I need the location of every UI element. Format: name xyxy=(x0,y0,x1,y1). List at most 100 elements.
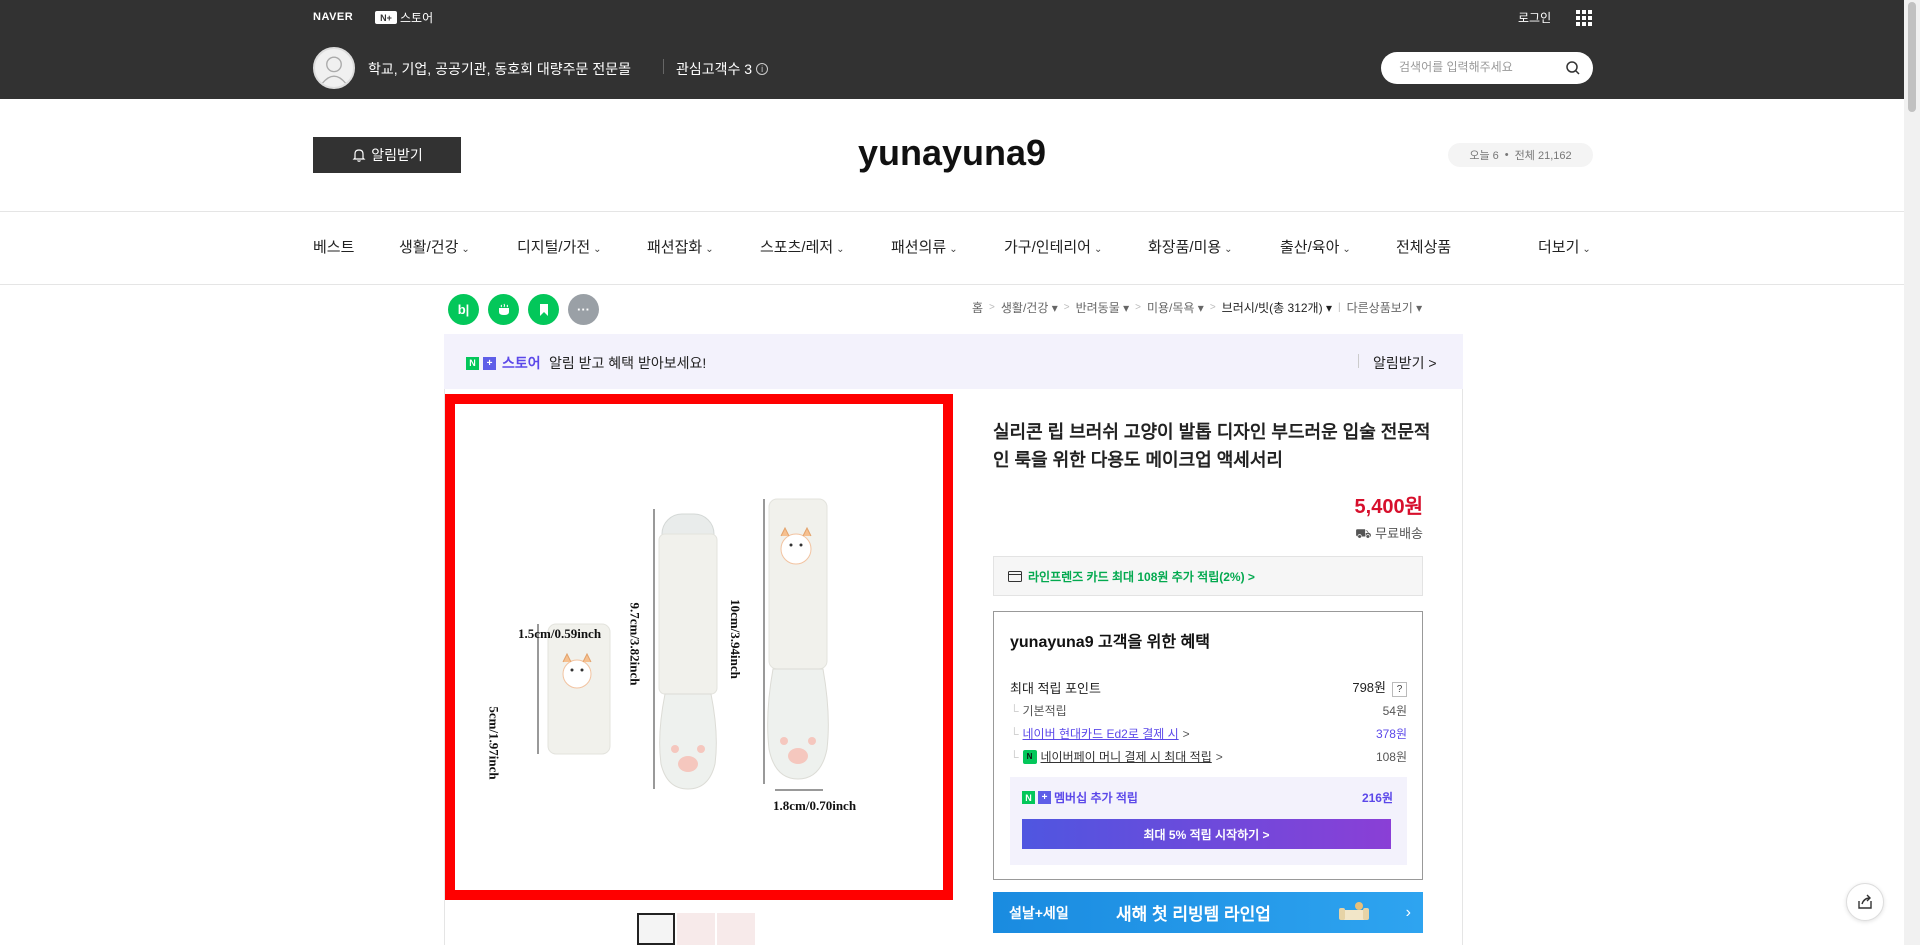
basic-point-row: └ 기본적립 54원 xyxy=(1010,703,1407,719)
shop-description: 학교, 기업, 공공기관, 동호회 대량주문 전문몰 xyxy=(368,61,631,77)
nav-item-all[interactable]: 전체상품 xyxy=(1396,236,1451,257)
search-icon[interactable] xyxy=(1565,60,1581,76)
bookmark-icon[interactable] xyxy=(528,294,559,325)
benefit-title: yunayuna9 고객을 위한 혜택 xyxy=(1010,634,1210,651)
chevron-down-icon: ⌄ xyxy=(836,244,845,255)
nav-item-furniture[interactable]: 가구/인테리어 ⌄ xyxy=(1004,236,1102,257)
membership-label: 멤버십 추가 적립 xyxy=(1054,791,1138,805)
chevron-right-icon: > xyxy=(1182,726,1190,741)
card-promo[interactable]: 라인프렌즈 카드 최대 108원 추가 적립(2%) > xyxy=(993,556,1423,596)
membership-start-button[interactable]: 최대 5% 적립 시작하기 > xyxy=(1022,819,1391,849)
membership-label-wrap: N + 멤버십 추가 적립 xyxy=(1022,789,1138,806)
profile-icon xyxy=(321,56,347,84)
divider: | xyxy=(1337,302,1341,313)
chevron-right-icon: > xyxy=(989,302,995,313)
blog-icon[interactable]: b| xyxy=(448,294,479,325)
nav-item-baby[interactable]: 출산/육아 ⌄ xyxy=(1280,236,1351,257)
visitor-today: 오늘 6 xyxy=(1469,150,1499,162)
avatar[interactable] xyxy=(313,47,355,89)
max-point-row: 최대 적립 포인트 798원? xyxy=(1010,677,1407,697)
membership-value: 216원 xyxy=(1361,791,1393,805)
search-input[interactable] xyxy=(1399,60,1559,74)
nav-item-digital[interactable]: 디지털/가전 ⌄ xyxy=(517,236,602,257)
chevron-down-icon: ⌄ xyxy=(1093,244,1103,255)
card-promo-text: 라인프렌즈 카드 최대 108원 추가 적립(2%) > xyxy=(1028,569,1255,584)
naverpay-icon: N xyxy=(1022,749,1037,764)
shipping-label: 무료배송 xyxy=(1375,526,1423,541)
chevron-down-icon: ⌄ xyxy=(705,244,714,255)
nav-item-cosmetics[interactable]: 화장품/미용 ⌄ xyxy=(1148,236,1233,257)
interested-customers: 관심고객수 3 i xyxy=(676,59,769,79)
scrollbar-thumb[interactable] xyxy=(1908,2,1916,112)
pay-point-link[interactable]: 네이버페이 머니 결제 시 최대 적립 xyxy=(1041,748,1212,765)
naver-n-icon: N xyxy=(466,356,479,370)
visitor-count: 오늘 6 • 전체 21,162 xyxy=(1448,143,1593,167)
thumbnail[interactable] xyxy=(677,913,715,945)
apps-grid-icon[interactable] xyxy=(1576,10,1592,26)
chevron-down-icon: ⌄ xyxy=(1582,244,1591,255)
product-image[interactable]: 1.5cm/0.59inch 5cm/1.97inch 9.7cm/3.82in… xyxy=(445,394,953,900)
login-link[interactable]: 로그인 xyxy=(1518,9,1551,26)
naver-logo[interactable]: NAVER xyxy=(313,11,353,23)
chevron-right-icon: › xyxy=(1405,903,1411,921)
notify-label: 알림받기 xyxy=(371,147,423,163)
naver-n-icon: N xyxy=(1022,791,1035,804)
event-banner[interactable]: 설날+세일 새해 첫 리빙템 라인업 › xyxy=(993,892,1423,933)
share-button[interactable] xyxy=(1846,883,1884,921)
divider xyxy=(663,59,664,74)
lip-brush-illustration xyxy=(537,498,829,791)
nav-item-fashion-goods[interactable]: 패션잡화 ⌄ xyxy=(647,236,714,257)
chevron-down-icon: ⌄ xyxy=(593,244,602,255)
store-label: 스토어 xyxy=(400,11,434,25)
fans-label: 관심고객수 3 xyxy=(676,61,753,77)
pay-point-row: └ N 네이버페이 머니 결제 시 최대 적립 > 108원 xyxy=(1010,748,1407,765)
notify-button[interactable]: 알림받기 xyxy=(313,137,461,173)
page-scrollbar[interactable] xyxy=(1904,0,1920,945)
size-label-middle: 9.7cm/3.82inch xyxy=(627,602,643,686)
chevron-down-icon: ⌄ xyxy=(461,244,470,255)
plus-icon: + xyxy=(1038,791,1051,804)
chevron-right-icon: > xyxy=(1135,302,1141,313)
thumbnail[interactable] xyxy=(637,913,675,945)
breadcrumb-cat1[interactable]: 생활/건강 ▾ xyxy=(1001,299,1058,316)
store-name[interactable]: yunayuna9 xyxy=(700,132,1204,174)
divider xyxy=(0,211,1904,212)
breadcrumb-other[interactable]: 다른상품보기 ▾ xyxy=(1347,299,1423,316)
chevron-down-icon: ⌄ xyxy=(1224,244,1233,255)
divider xyxy=(1358,354,1359,368)
promo-alarm-link[interactable]: 알림받기 > xyxy=(1373,353,1437,373)
product-title: 실리콘 립 브러쉬 고양이 발톱 디자인 부드러운 입술 전문적인 룩을 위한 … xyxy=(993,422,1431,470)
help-icon[interactable]: ? xyxy=(1392,682,1407,697)
banner-title: 새해 첫 리빙템 라인업 xyxy=(1116,905,1271,924)
nav-item-fashion-clothing[interactable]: 패션의류 ⌄ xyxy=(891,236,958,257)
breadcrumb: 홈 > 생활/건강 ▾ > 반려동물 ▾ > 미용/목욕 ▾ > 브러시/빗(총… xyxy=(972,299,1422,316)
share-icons: b| ··· xyxy=(448,294,599,325)
breadcrumb-cat3[interactable]: 미용/목욕 ▾ xyxy=(1147,299,1204,316)
thumbnail[interactable] xyxy=(717,913,755,945)
naver-plus-badge: N+ xyxy=(375,11,397,24)
divider xyxy=(0,284,1904,285)
breadcrumb-home[interactable]: 홈 xyxy=(972,299,983,316)
nav-item-best[interactable]: 베스트 xyxy=(313,236,354,257)
more-icon[interactable]: ··· xyxy=(568,294,599,325)
info-icon[interactable]: i xyxy=(756,63,769,75)
image-thumbnails xyxy=(637,913,755,945)
naver-plus-store-link[interactable]: N+ 스토어 xyxy=(375,9,433,26)
pay-point-value: 108원 xyxy=(1375,750,1407,764)
nav-item-living-health[interactable]: 생활/건강 ⌄ xyxy=(399,236,470,257)
benefit-box: yunayuna9 고객을 위한 혜택 최대 적립 포인트 798원? └ 기본적… xyxy=(993,611,1423,880)
max-point-value: 798원 xyxy=(1352,680,1386,695)
nav-item-more[interactable]: 더보기 ⌄ xyxy=(1538,236,1591,257)
breadcrumb-cat2[interactable]: 반려동물 ▾ xyxy=(1076,299,1130,316)
truck-icon: ⛟ xyxy=(1355,526,1372,541)
breadcrumb-cat4[interactable]: 브러시/빗(총 312개) ▾ xyxy=(1222,299,1332,316)
basic-point-label: 기본적립 xyxy=(1022,704,1067,718)
bell-plus-icon xyxy=(352,149,366,162)
naver-plus-store-logo: N + 스토어 xyxy=(466,353,541,373)
top-bar: NAVER N+ 스토어 로그인 학교, 기업, 공공기관, 동호회 대량주문 … xyxy=(0,0,1904,99)
card-point-link[interactable]: 네이버 현대카드 Ed2로 결제 시 xyxy=(1023,725,1179,742)
nav-item-sports[interactable]: 스포츠/레저 ⌄ xyxy=(760,236,845,257)
talk-icon[interactable] xyxy=(488,294,519,325)
category-nav: 베스트 생활/건강 ⌄ 디지털/가전 ⌄ 패션잡화 ⌄ 스포츠/레저 ⌄ 패션의류 ⌄ 가… xyxy=(313,236,1593,258)
chevron-down-icon: ⌄ xyxy=(949,244,958,255)
